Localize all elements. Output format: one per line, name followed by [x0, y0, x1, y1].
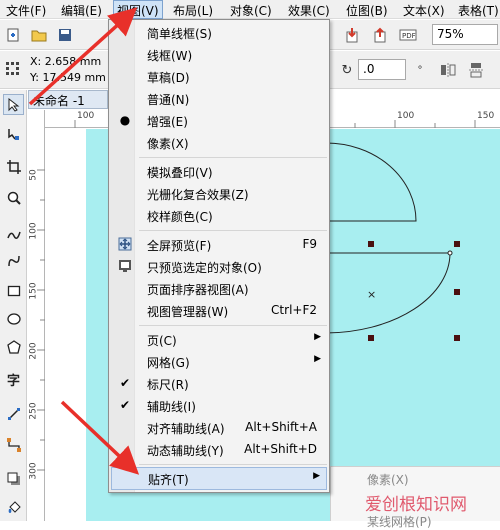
text-tool-icon[interactable]: 字	[3, 369, 24, 390]
ellipse-tool-icon[interactable]	[3, 308, 24, 329]
new-document-icon[interactable]	[3, 25, 23, 45]
menu-item-enhanced[interactable]: ● 增强(E)	[111, 110, 327, 132]
menu-item-view-manager[interactable]: 视图管理器(W) Ctrl+F2	[111, 300, 327, 322]
page-layout-icon[interactable]	[3, 59, 23, 79]
semicircle-selected	[325, 252, 451, 334]
svg-text:PDF: PDF	[402, 32, 416, 40]
submenu-arrow-icon: ▶	[314, 354, 321, 364]
menu-text[interactable]: 文本(X)	[403, 2, 445, 19]
save-icon[interactable]	[55, 25, 75, 45]
checkmark-icon: ✔	[119, 398, 131, 412]
menu-item-proof-colors[interactable]: 校样颜色(C)	[111, 205, 327, 227]
menu-item-rasterize-complex-effects[interactable]: 光栅化复合效果(Z)	[111, 183, 327, 205]
menu-bar: 文件(F) 编辑(E) 视图(V) 布局(L) 对象(C) 效果(C) 位图(B…	[0, 0, 500, 19]
menu-item-simulate-overprints[interactable]: 模拟叠印(V)	[111, 161, 327, 183]
polygon-tool-icon[interactable]	[3, 336, 24, 357]
menu-view[interactable]: 视图(V)	[113, 0, 163, 19]
zoom-level-field[interactable]: 75%	[432, 24, 498, 45]
ruler-tick-label: 50	[28, 169, 39, 181]
menu-item-simple-wireframe[interactable]: 简单线框(S)	[111, 22, 327, 44]
ruler-tick-label: 150	[477, 111, 495, 121]
docker-item-pixel[interactable]: 像素(X)	[367, 471, 409, 488]
degree-icon: °	[417, 64, 423, 76]
rotation-angle-field[interactable]: .0	[358, 59, 406, 80]
ruler-tick-label: 250	[28, 402, 39, 420]
submenu-arrow-icon: ▶	[314, 332, 321, 342]
vertical-ruler[interactable]: 50 100 150 200 250 300	[28, 110, 45, 521]
open-folder-icon[interactable]	[29, 25, 49, 45]
menu-item-dynamic-guides[interactable]: 动态辅助线(Y) Alt+Shift+D	[111, 439, 327, 461]
menu-object[interactable]: 对象(C)	[230, 2, 272, 19]
watermark-text: 爱创根知识网	[365, 495, 467, 515]
menu-file[interactable]: 文件(F)	[6, 2, 46, 19]
preview-selected-icon	[117, 258, 133, 274]
pick-tool-icon[interactable]	[3, 94, 24, 115]
document-tab[interactable]: 未命名 -1	[28, 90, 108, 109]
menu-item-page[interactable]: 页(C) ▶	[111, 329, 327, 351]
smart-drawing-tool-icon[interactable]	[3, 250, 24, 271]
export-icon[interactable]	[370, 25, 390, 45]
rectangle-tool-icon[interactable]	[3, 280, 24, 301]
x-coordinate[interactable]: X: 2.658 mm	[30, 55, 101, 68]
mirror-horizontal-icon[interactable]	[438, 60, 458, 80]
menu-layout[interactable]: 布局(L)	[173, 2, 213, 19]
ruler-tick-label: 100	[28, 222, 39, 240]
document-tab-label: 未命名 -1	[33, 94, 85, 108]
view-menu-dropdown: 简单线框(S) 线框(W) 草稿(D) 普通(N) ● 增强(E) 像素(X) …	[108, 19, 330, 493]
selection-handles	[368, 241, 460, 341]
toolbox: 字	[0, 90, 27, 521]
ruler-tick-label: 100	[77, 111, 95, 121]
ruler-tick-label: 200	[28, 342, 39, 360]
menu-item-preview-selected-only[interactable]: 只预览选定的对象(O)	[111, 256, 327, 278]
ruler-tick-label: 150	[28, 282, 39, 300]
menu-item-page-sorter-view[interactable]: 页面排序器视图(A)	[111, 278, 327, 300]
menu-item-normal[interactable]: 普通(N)	[111, 88, 327, 110]
ruler-tick-label: 100	[397, 111, 415, 121]
menu-item-wireframe[interactable]: 线框(W)	[111, 44, 327, 66]
menu-table[interactable]: 表格(T)	[458, 2, 499, 19]
menu-item-full-screen-preview[interactable]: 全屏预览(F) F9	[111, 234, 327, 256]
menu-item-pixels[interactable]: 像素(X)	[111, 132, 327, 154]
zoom-tool-icon[interactable]	[3, 187, 24, 208]
menu-item-alignment-guides[interactable]: 对齐辅助线(A) Alt+Shift+A	[111, 417, 327, 439]
docker-item-baseline-grid[interactable]: 某线网格(P)	[367, 513, 432, 530]
shape-tool-icon[interactable]	[3, 123, 24, 144]
connector-tool-icon[interactable]	[3, 434, 24, 455]
radio-bullet-icon: ●	[119, 113, 131, 127]
crop-tool-icon[interactable]	[3, 156, 24, 177]
import-icon[interactable]	[342, 25, 362, 45]
drop-shadow-tool-icon[interactable]	[3, 468, 24, 489]
fill-tool-icon[interactable]	[3, 497, 24, 518]
ruler-tick-label: 300	[28, 462, 39, 480]
mirror-vertical-icon[interactable]	[466, 60, 486, 80]
y-coordinate[interactable]: Y: 17.549 mm	[30, 71, 106, 84]
menu-bitmaps[interactable]: 位图(B)	[346, 2, 388, 19]
pdf-publish-icon[interactable]: PDF	[398, 25, 418, 45]
menu-item-guidelines[interactable]: ✔ 辅助线(I)	[111, 395, 327, 417]
submenu-arrow-icon: ▶	[313, 471, 320, 481]
center-marker: ×	[367, 288, 376, 301]
fullscreen-icon	[117, 236, 133, 252]
freehand-tool-icon[interactable]	[3, 224, 24, 245]
semicircle-top	[325, 142, 417, 222]
checkmark-icon: ✔	[119, 376, 131, 390]
menu-edit[interactable]: 编辑(E)	[61, 2, 102, 19]
parallel-dimension-tool-icon[interactable]	[3, 403, 24, 424]
rotate-icon: ↻	[341, 62, 353, 78]
menu-item-rulers[interactable]: ✔ 标尺(R)	[111, 373, 327, 395]
menu-item-snap-to[interactable]: 贴齐(T) ▶	[111, 467, 327, 490]
menu-item-draft[interactable]: 草稿(D)	[111, 66, 327, 88]
menu-effects[interactable]: 效果(C)	[288, 2, 330, 19]
menu-item-grid[interactable]: 网格(G) ▶	[111, 351, 327, 373]
